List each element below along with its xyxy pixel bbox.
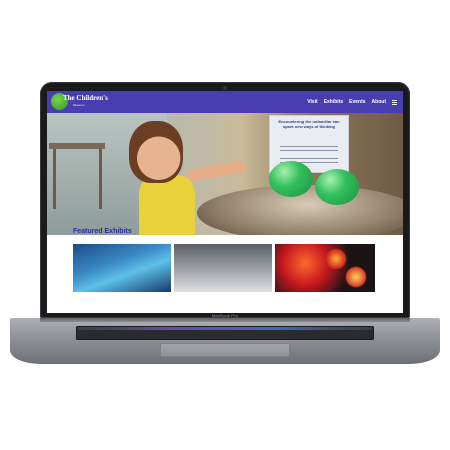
device-label: MacBook Pro — [211, 313, 239, 318]
hero-child-shirt — [139, 175, 195, 235]
sign-title: Encountering the unfamiliar can spark ne… — [278, 119, 340, 129]
laptop-hinge — [40, 318, 410, 322]
trackpad — [160, 343, 290, 357]
hero-table-leg — [53, 149, 56, 209]
laptop-base — [10, 318, 440, 364]
exhibit-thumbnail[interactable] — [174, 244, 272, 292]
touch-bar — [78, 327, 372, 330]
sign-text-line — [280, 150, 338, 151]
camera-icon — [223, 86, 227, 90]
logo-text: The Children's — [63, 94, 108, 102]
sign-text-line — [280, 158, 338, 159]
glass-glow — [345, 266, 367, 288]
hero-table-leg — [99, 149, 102, 209]
site-logo[interactable]: The Children's Museum — [51, 93, 108, 111]
hero-green-ball — [315, 169, 359, 205]
nav-item-about[interactable]: About — [372, 99, 386, 105]
exhibit-thumbnail[interactable] — [275, 244, 375, 292]
hero-image: Encountering the unfamiliar can spark ne… — [47, 113, 403, 235]
site-navbar: The Children's Museum Visit Exhibits Eve… — [47, 91, 403, 113]
sign-text-line — [280, 146, 338, 147]
hero-table — [49, 143, 105, 149]
laptop-mockup: The Children's Museum Visit Exhibits Eve… — [0, 0, 450, 450]
hero-child-head — [129, 121, 183, 183]
featured-exhibits-heading: Featured Exhibits — [73, 228, 132, 235]
nav-item-exhibits[interactable]: Exhibits — [324, 99, 343, 105]
exhibit-thumbnail[interactable] — [73, 244, 171, 292]
hero-green-ball — [269, 161, 313, 197]
logo-subtext: Museum — [73, 103, 85, 107]
glass-glow — [325, 248, 347, 270]
laptop-screen: The Children's Museum Visit Exhibits Eve… — [47, 91, 403, 313]
nav-item-visit[interactable]: Visit — [307, 99, 317, 105]
nav-links: Visit Exhibits Events About — [307, 91, 397, 113]
hero-child-arm — [186, 159, 248, 183]
nav-item-events[interactable]: Events — [349, 99, 365, 105]
hamburger-menu-icon[interactable] — [392, 99, 397, 105]
